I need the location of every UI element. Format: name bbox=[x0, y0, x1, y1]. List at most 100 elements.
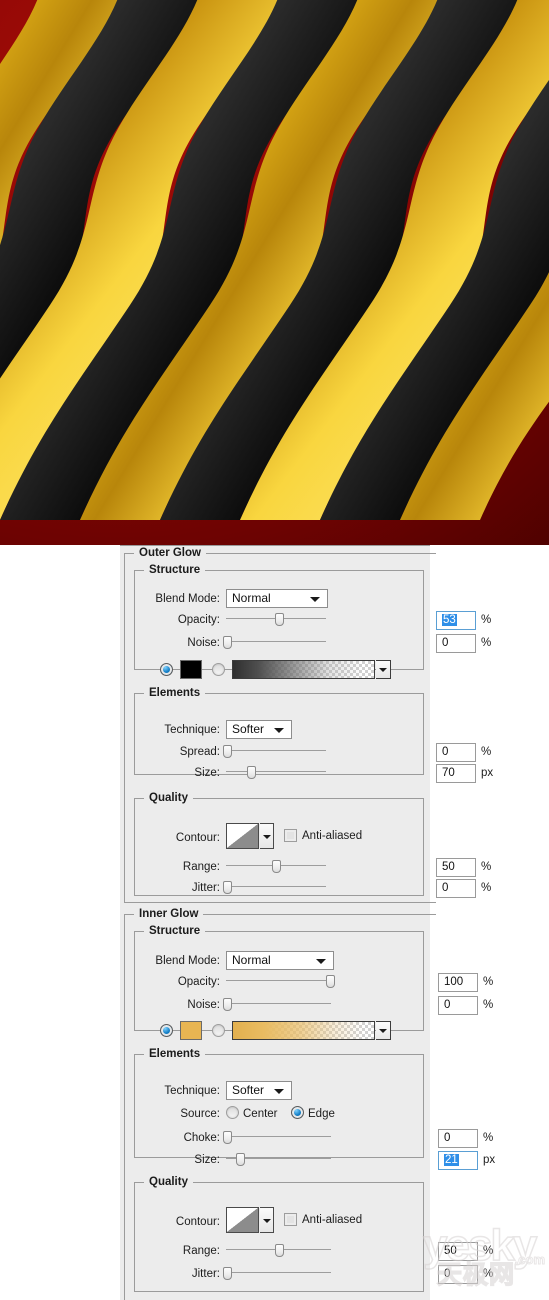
inner-glow-source-edge-label: Edge bbox=[308, 1108, 335, 1120]
outer-glow-noise-value: 0 bbox=[442, 637, 449, 649]
chevron-down-icon bbox=[379, 1029, 387, 1033]
slider-knob[interactable] bbox=[223, 998, 233, 1011]
chevron-down-icon bbox=[263, 835, 271, 839]
outer-glow-fill-color-radio[interactable] bbox=[160, 663, 173, 676]
slider-track bbox=[226, 750, 326, 751]
inner-glow-source-center-label: Center bbox=[243, 1108, 278, 1120]
inner-glow-choke-input[interactable]: 0 bbox=[438, 1129, 478, 1148]
striped-ribbon-artwork bbox=[0, 0, 549, 520]
outer-glow-blend-mode-label: Blend Mode: bbox=[155, 593, 220, 605]
inner-glow-range-label: Range: bbox=[182, 1245, 220, 1257]
inner-glow-technique-select[interactable]: Softer bbox=[226, 1081, 292, 1100]
outer-glow-opacity-unit: % bbox=[481, 614, 492, 626]
inner-glow-noise-input[interactable]: 0 bbox=[438, 996, 478, 1015]
inner-glow-choke-slider[interactable] bbox=[223, 1129, 331, 1145]
inner-glow-blend-mode-select[interactable]: Normal bbox=[226, 951, 334, 970]
inner-glow-blend-mode-value: Normal bbox=[232, 953, 271, 967]
outer-glow-noise-unit: % bbox=[481, 637, 492, 649]
outer-glow-noise-slider[interactable] bbox=[223, 634, 326, 650]
outer-glow-contour-picker-button[interactable] bbox=[260, 823, 274, 849]
outer-glow-spread-slider[interactable] bbox=[223, 743, 326, 759]
outer-glow-jitter-slider[interactable] bbox=[223, 879, 326, 895]
chevron-down-icon bbox=[263, 1219, 271, 1223]
inner-glow-size-slider[interactable] bbox=[226, 1151, 331, 1167]
slider-track bbox=[226, 886, 326, 887]
inner-glow-fill-gradient-radio[interactable] bbox=[212, 1024, 225, 1037]
outer-glow-range-slider[interactable] bbox=[226, 858, 326, 874]
inner-glow-source-edge-radio[interactable] bbox=[291, 1106, 304, 1119]
inner-glow-opacity-input[interactable]: 100 bbox=[438, 973, 478, 992]
slider-knob[interactable] bbox=[223, 881, 232, 894]
slider-knob[interactable] bbox=[274, 1244, 284, 1257]
inner-glow-technique-value: Softer bbox=[232, 1083, 265, 1097]
outer-glow-anti-aliased-checkbox[interactable] bbox=[284, 829, 297, 842]
outer-glow-blend-mode-select[interactable]: Normal bbox=[226, 589, 328, 608]
inner-glow-contour-picker-button[interactable] bbox=[260, 1207, 274, 1233]
inner-glow-choke-value: 0 bbox=[444, 1132, 451, 1144]
outer-glow-opacity-input[interactable]: 53 bbox=[436, 611, 476, 630]
outer-glow-noise-input[interactable]: 0 bbox=[436, 634, 476, 653]
slider-knob[interactable] bbox=[275, 613, 284, 626]
outer-glow-size-input[interactable]: 70 bbox=[436, 764, 476, 783]
inner-glow-jitter-unit: % bbox=[483, 1268, 494, 1280]
outer-glow-opacity-slider[interactable] bbox=[226, 611, 326, 627]
inner-glow-noise-value: 0 bbox=[444, 999, 451, 1011]
slider-knob[interactable] bbox=[235, 1153, 245, 1166]
outer-glow-gradient-picker-button[interactable] bbox=[376, 660, 391, 679]
photoshop-canvas-preview bbox=[0, 0, 549, 545]
inner-glow-range-value: 50 bbox=[444, 1245, 457, 1257]
outer-glow-spread-unit: % bbox=[481, 746, 492, 758]
outer-glow-jitter-value: 0 bbox=[442, 882, 449, 894]
slider-knob[interactable] bbox=[272, 860, 281, 873]
inner-glow-size-unit: px bbox=[483, 1154, 496, 1166]
outer-glow-technique-value: Softer bbox=[232, 722, 265, 736]
inner-glow-fill-color-radio[interactable] bbox=[160, 1024, 173, 1037]
outer-glow-contour-thumbnail[interactable] bbox=[226, 823, 259, 849]
outer-glow-gradient-bar[interactable] bbox=[232, 660, 375, 679]
outer-glow-spread-input[interactable]: 0 bbox=[436, 743, 476, 762]
outer-glow-jitter-input[interactable]: 0 bbox=[436, 879, 476, 898]
inner-glow-color-swatch[interactable] bbox=[180, 1021, 202, 1040]
inner-glow-noise-slider[interactable] bbox=[223, 996, 331, 1012]
group-outer-glow-quality-title: Quality bbox=[144, 791, 193, 805]
slider-track bbox=[226, 1136, 331, 1137]
inner-glow-gradient-picker-button[interactable] bbox=[376, 1021, 391, 1040]
group-inner-glow-elements-title: Elements bbox=[144, 1047, 206, 1061]
outer-glow-contour-label: Contour: bbox=[175, 832, 220, 844]
outer-glow-fill-gradient-radio[interactable] bbox=[212, 663, 225, 676]
inner-glow-anti-aliased-checkbox[interactable] bbox=[284, 1213, 297, 1226]
inner-glow-source-center-radio[interactable] bbox=[226, 1106, 239, 1119]
inner-glow-noise-unit: % bbox=[483, 999, 494, 1011]
contour-curve-graphic bbox=[227, 1208, 258, 1232]
gradient-fill bbox=[233, 661, 374, 678]
slider-knob[interactable] bbox=[247, 766, 256, 779]
inner-glow-jitter-label: Jitter: bbox=[191, 1268, 220, 1280]
slider-knob[interactable] bbox=[223, 745, 232, 758]
inner-glow-contour-label: Contour: bbox=[175, 1216, 220, 1228]
watermark-domain-suffix: .com bbox=[514, 1252, 545, 1268]
outer-glow-blend-mode-value: Normal bbox=[232, 591, 271, 605]
slider-knob[interactable] bbox=[325, 975, 335, 988]
outer-glow-color-swatch[interactable] bbox=[180, 660, 202, 679]
slider-knob[interactable] bbox=[223, 1267, 233, 1280]
inner-glow-size-input[interactable]: 21 bbox=[438, 1151, 478, 1170]
outer-glow-opacity-value: 53 bbox=[442, 614, 457, 626]
outer-glow-spread-value: 0 bbox=[442, 746, 449, 758]
outer-glow-spread-label: Spread: bbox=[179, 746, 220, 758]
inner-glow-range-slider[interactable] bbox=[226, 1242, 331, 1258]
inner-glow-technique-label: Technique: bbox=[164, 1085, 220, 1097]
inner-glow-jitter-slider[interactable] bbox=[223, 1265, 331, 1281]
inner-glow-contour-thumbnail[interactable] bbox=[226, 1207, 259, 1233]
inner-glow-opacity-slider[interactable] bbox=[226, 973, 335, 989]
slider-knob[interactable] bbox=[223, 636, 232, 649]
slider-knob[interactable] bbox=[223, 1131, 233, 1144]
outer-glow-technique-select[interactable]: Softer bbox=[226, 720, 292, 739]
inner-glow-jitter-input[interactable]: 0 bbox=[438, 1265, 478, 1284]
group-inner-glow-structure-title: Structure bbox=[144, 924, 206, 938]
outer-glow-size-slider[interactable] bbox=[226, 764, 326, 780]
chevron-down-icon bbox=[379, 668, 387, 672]
section-outer-glow-title: Outer Glow bbox=[134, 546, 206, 560]
outer-glow-range-input[interactable]: 50 bbox=[436, 858, 476, 877]
inner-glow-range-input[interactable]: 50 bbox=[438, 1242, 478, 1261]
inner-glow-gradient-bar[interactable] bbox=[232, 1021, 375, 1040]
